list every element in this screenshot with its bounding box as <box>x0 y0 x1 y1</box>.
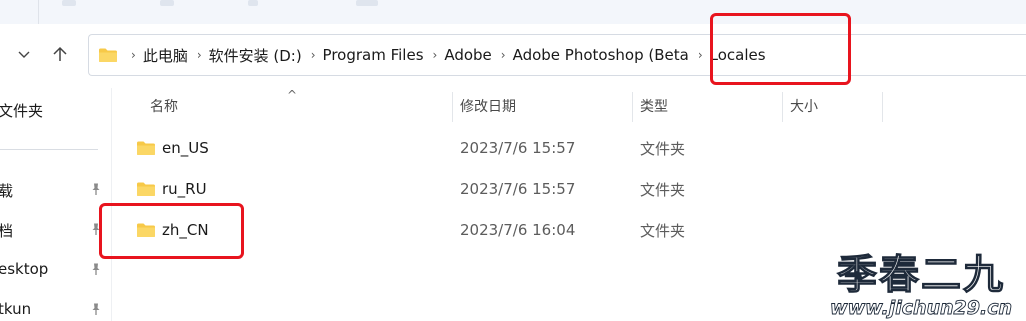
pin-icon <box>92 183 100 195</box>
file-type: 文件夹 <box>640 180 686 199</box>
breadcrumb-photoshop-beta[interactable]: Adobe Photoshop (Beta <box>513 46 689 64</box>
column-header-modified[interactable]: 修改日期 <box>460 88 516 124</box>
ribbon-ghost <box>356 0 378 6</box>
ribbon-ghost <box>160 0 174 6</box>
file-name: en_US <box>162 139 209 157</box>
ribbon-ghost <box>62 0 76 6</box>
column-separator[interactable] <box>452 92 453 122</box>
file-modified: 2023/7/6 15:57 <box>460 139 576 157</box>
folder-icon <box>137 182 155 196</box>
breadcrumb-adobe[interactable]: Adobe <box>444 46 491 64</box>
file-modified: 2023/7/6 15:57 <box>460 180 576 198</box>
sidebar-item-documents[interactable]: 档 <box>0 218 111 242</box>
column-header-size[interactable]: 大小 <box>790 88 818 124</box>
file-list: ^ 名称 修改日期 类型 大小 en_US 2023/7/6 15:57 文件夹 <box>112 88 1026 321</box>
file-name-cell: ru_RU <box>136 170 207 208</box>
breadcrumb-separator: › <box>310 48 316 62</box>
file-row[interactable]: zh_CN 2023/7/6 16:04 文件夹 <box>112 211 1026 249</box>
sidebar-item-desktop[interactable]: esktop <box>0 258 111 282</box>
ribbon-ghost <box>248 0 258 6</box>
file-row[interactable]: ru_RU 2023/7/6 15:57 文件夹 <box>112 170 1026 208</box>
file-name-cell: zh_CN <box>136 211 209 249</box>
column-header-name[interactable]: 名称 <box>150 88 178 124</box>
file-type: 文件夹 <box>640 221 686 240</box>
column-separator[interactable] <box>632 92 633 122</box>
folder-icon <box>137 141 155 155</box>
pin-icon <box>92 303 100 315</box>
chevron-down-icon <box>18 51 30 58</box>
sidebar-item-label: tkun <box>0 300 32 318</box>
recent-locations-button[interactable] <box>10 40 38 68</box>
ribbon-divider <box>38 0 39 24</box>
file-name: ru_RU <box>162 180 207 198</box>
file-name: zh_CN <box>162 221 209 239</box>
folder-icon <box>137 223 155 237</box>
sidebar-item-downloads[interactable]: 载 <box>0 178 111 202</box>
sidebar-item-user[interactable]: tkun <box>0 298 111 321</box>
sidebar-divider <box>0 149 98 150</box>
breadcrumb-separator: › <box>697 48 703 62</box>
column-separator[interactable] <box>882 92 883 122</box>
pin-icon <box>92 263 100 275</box>
navigation-pane: 文件夹 载 档 esktop tkun <box>0 88 112 321</box>
sidebar-item-folders[interactable]: 文件夹 <box>0 98 111 122</box>
arrow-up-icon <box>53 46 67 61</box>
breadcrumb-drive-d[interactable]: 软件安装 (D:) <box>209 45 302 66</box>
breadcrumb-separator: › <box>131 48 136 62</box>
sidebar-item-label: 载 <box>0 180 13 201</box>
breadcrumb-program-files[interactable]: Program Files <box>323 46 424 64</box>
sidebar-item-label: esktop <box>0 260 49 278</box>
navigation-bar: › 此电脑 › 软件安装 (D:) › Program Files › Adob… <box>0 24 1026 88</box>
file-row[interactable]: en_US 2023/7/6 15:57 文件夹 <box>112 129 1026 167</box>
file-explorer-window: › 此电脑 › 软件安装 (D:) › Program Files › Adob… <box>0 0 1026 321</box>
pin-icon <box>92 223 100 235</box>
ribbon-strip <box>0 0 1026 25</box>
sidebar-item-label: 档 <box>0 220 13 241</box>
up-button[interactable] <box>46 40 74 68</box>
file-modified: 2023/7/6 16:04 <box>460 221 576 239</box>
breadcrumb-this-pc[interactable]: 此电脑 <box>143 45 188 66</box>
folder-icon <box>99 48 117 62</box>
breadcrumb-separator: › <box>432 48 438 62</box>
column-header-type[interactable]: 类型 <box>640 88 668 124</box>
file-type: 文件夹 <box>640 139 686 158</box>
sidebar-item-label: 文件夹 <box>0 102 44 120</box>
address-bar[interactable]: › 此电脑 › 软件安装 (D:) › Program Files › Adob… <box>88 34 1026 76</box>
column-separator[interactable] <box>782 92 783 122</box>
file-name-cell: en_US <box>136 129 209 167</box>
breadcrumb-separator: › <box>500 48 506 62</box>
breadcrumb-locales[interactable]: Locales <box>710 46 766 64</box>
breadcrumb-separator: › <box>196 48 202 62</box>
sort-ascending-icon: ^ <box>287 88 298 102</box>
